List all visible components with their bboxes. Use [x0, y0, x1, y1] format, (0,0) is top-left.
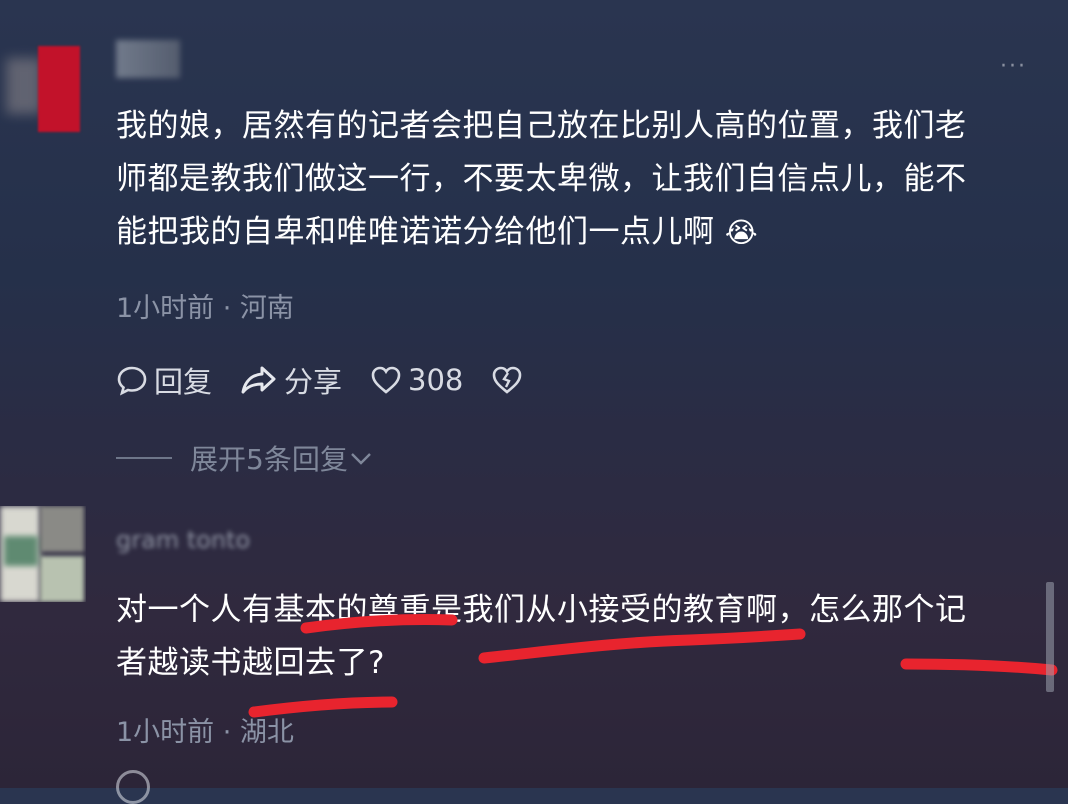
- red-underline-annotations: [248, 613, 1058, 718]
- red-underline: [248, 696, 398, 718]
- red-underline: [300, 613, 458, 634]
- red-underline: [478, 628, 806, 664]
- red-underline: [900, 658, 1058, 676]
- comment-bubble-icon: [116, 770, 150, 804]
- scrollbar[interactable]: [1046, 582, 1054, 692]
- next-actions-peek: [116, 770, 536, 804]
